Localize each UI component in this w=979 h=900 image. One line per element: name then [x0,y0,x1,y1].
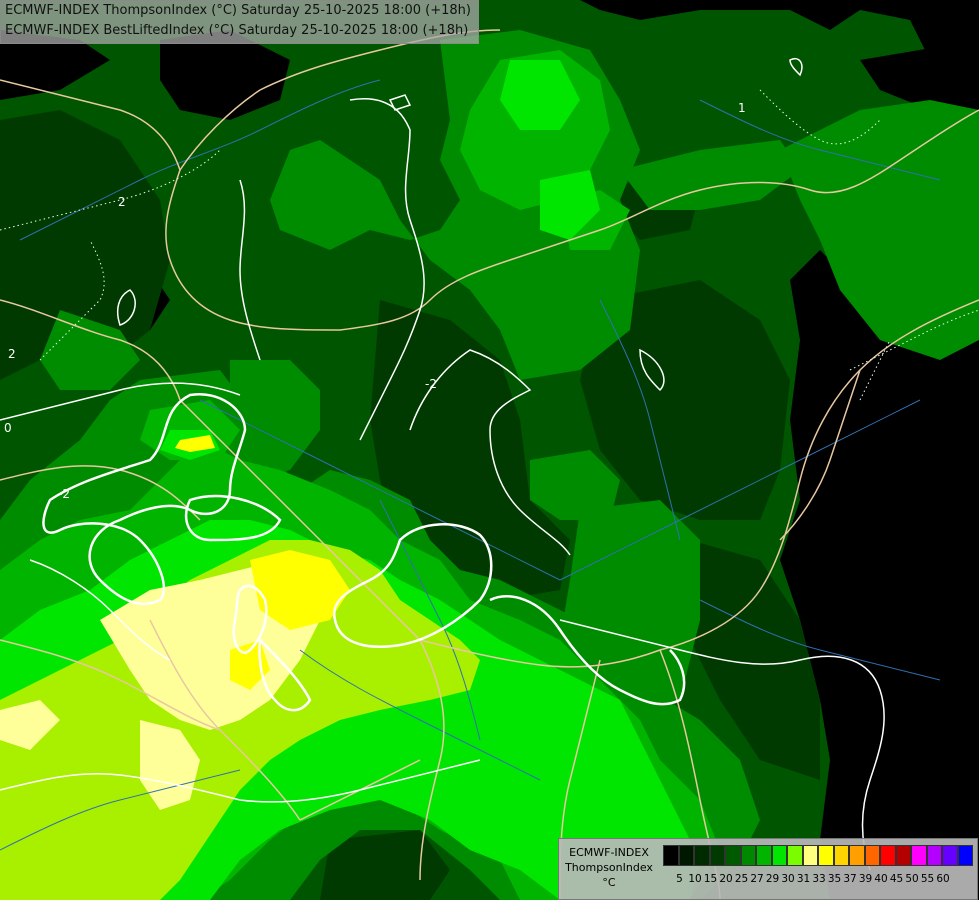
legend-swatch [849,845,865,866]
legend-swatch [725,845,741,866]
weather-map-viewport: 2 -2 2 0 1 -2 ECMWF-INDEX ThompsonIndex … [0,0,979,900]
legend-tick-label: 15 [703,873,718,885]
contour-label: -2 [425,377,437,391]
legend-tick-label: 27 [750,873,764,885]
contour-label: -2 [58,487,70,501]
legend-tick-label: 60 [936,873,950,885]
legend-tick-label: 20 [719,873,733,885]
legend-swatch [709,845,725,866]
legend-swatch [926,845,942,866]
legend-swatch [787,845,803,866]
contour-label: 2 [8,347,16,361]
legend-swatch [756,845,772,866]
legend-swatches [663,845,973,866]
legend-tick-label: 39 [858,873,873,885]
legend-swatch [957,845,973,866]
legend-swatch [880,845,896,866]
legend-tick-label: 29 [765,873,780,885]
map-title-box: ECMWF-INDEX ThompsonIndex (°C) Saturday … [0,0,479,44]
legend-swatch [895,845,911,866]
legend-swatch [678,845,694,866]
legend-tick-label: 35 [827,873,842,885]
legend-parameter: ThompsonIndex [565,861,653,874]
legend-tick-label: 10 [688,873,702,885]
legend-tick-label: 5 [676,873,683,885]
legend-tick-label: 31 [796,873,811,885]
legend-swatch [911,845,927,866]
legend-swatch [818,845,834,866]
legend-tick-label: 25 [734,873,749,885]
contour-label: 1 [738,101,746,115]
legend-swatch [802,845,818,866]
legend-tick-label: 37 [843,873,857,885]
legend-tick-label: 30 [781,873,795,885]
legend-tick-label: 33 [812,873,826,885]
legend-swatch [833,845,849,866]
map-title-line-1: ECMWF-INDEX ThompsonIndex (°C) Saturday … [5,3,471,18]
contour-label: 0 [4,421,12,435]
legend-model: ECMWF-INDEX [569,846,649,859]
legend-label: ECMWF-INDEX ThompsonIndex °C [559,845,659,890]
legend-swatch [663,845,679,866]
legend-tick-label: 55 [920,873,935,885]
legend-swatch [942,845,958,866]
legend-swatch [694,845,710,866]
color-legend: ECMWF-INDEX ThompsonIndex °C 5 10 15 20 25 27… [558,838,978,900]
legend-tick-label: 40 [874,873,888,885]
legend-unit: °C [602,876,616,889]
contour-label: 2 [118,195,126,209]
legend-tick-label: 45 [889,873,904,885]
map-title-line-2: ECMWF-INDEX BestLiftedIndex (°C) Saturda… [5,23,469,38]
legend-ticks: 5 10 15 20 25 27 29 30 31 33 35 37 39 40 45 50 55 60 [663,873,973,889]
legend-swatch [771,845,787,866]
legend-swatch [864,845,880,866]
legend-tick-label: 50 [905,873,919,885]
legend-swatch [740,845,756,866]
thompson-index-map: 2 -2 2 0 1 -2 [0,0,979,900]
